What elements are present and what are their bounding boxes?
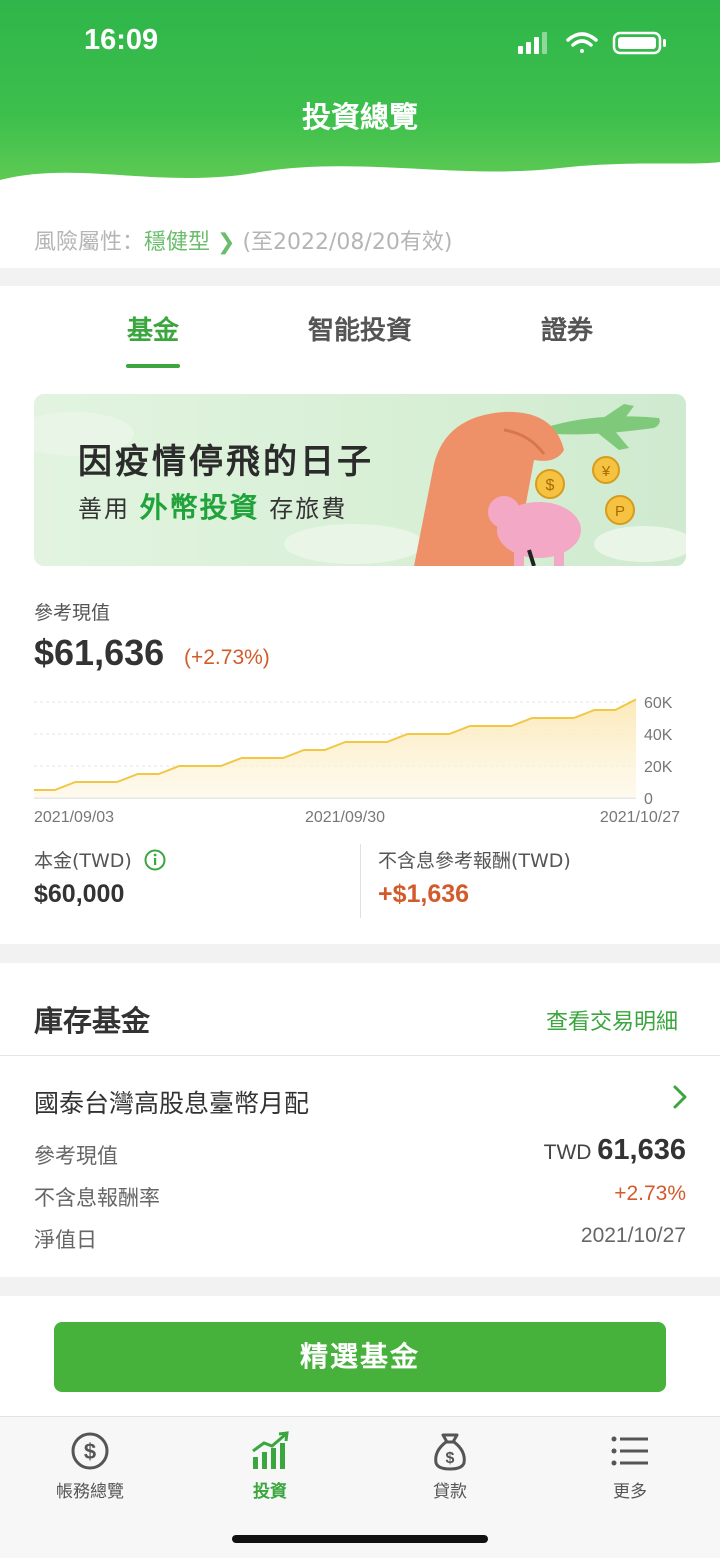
tab-account-overview[interactable]: $ 帳務總覽: [30, 1431, 150, 1502]
principal-label: 本金(TWD): [34, 846, 166, 873]
chevron-right-icon: ❯: [210, 230, 243, 255]
menu-list-icon: [611, 1436, 648, 1466]
wifi-icon: [566, 32, 598, 53]
principal-value: $60,000: [34, 880, 125, 908]
y-tick-label: 60K: [644, 695, 673, 712]
chevron-right-icon[interactable]: [670, 1082, 690, 1112]
home-indicator: [232, 1535, 488, 1543]
tab-loans[interactable]: $ 貸款: [390, 1431, 510, 1502]
tab-label: 投資: [253, 1482, 287, 1502]
x-tick-label: 2021/09/03: [34, 809, 114, 826]
featured-funds-button[interactable]: 精選基金: [54, 1322, 666, 1392]
holdings-divider: [0, 1055, 720, 1056]
info-icon[interactable]: [144, 849, 166, 871]
tab-robo-advisor[interactable]: 智能投資: [290, 310, 430, 347]
transaction-details-link[interactable]: 查看交易明細: [546, 1004, 678, 1036]
nav-date-value: 2021/10/27: [580, 1224, 686, 1247]
fund-name[interactable]: 國泰台灣高股息臺幣月配: [34, 1084, 309, 1120]
current-value-label: 參考現值: [34, 602, 111, 624]
growth-chart-icon: [252, 1431, 289, 1469]
status-time: 16:09: [84, 24, 159, 56]
tab-label: 帳務總覽: [56, 1482, 124, 1502]
risk-validity: (至2022/08/20有效): [242, 230, 453, 255]
coin-yen-text: ¥: [601, 463, 611, 480]
signal-icon: [518, 32, 547, 54]
summary-divider: [360, 844, 361, 918]
nav-date-label: 淨值日: [34, 1228, 97, 1252]
dollar-circle-icon: $: [71, 1432, 109, 1470]
fund-return-value: +2.73%: [614, 1182, 686, 1205]
y-tick-label: 20K: [644, 759, 673, 776]
current-value-change: (+2.73%): [184, 646, 270, 669]
tab-securities[interactable]: 證券: [528, 310, 606, 347]
page-title: 投資總覽: [301, 100, 418, 134]
tab-more[interactable]: 更多: [570, 1431, 690, 1502]
tab-funds[interactable]: 基金: [114, 310, 192, 347]
battery-icon: [612, 31, 666, 55]
banner-sub-prefix: 善用: [78, 495, 130, 523]
return-label: 不含息參考報酬(TWD): [378, 850, 571, 872]
fund-value-currency: TWD: [543, 1141, 592, 1164]
chart-x-tick-labels: 2021/09/03 2021/09/30 2021/10/27: [34, 809, 680, 826]
svg-text:$: $: [446, 1450, 455, 1467]
value-chart: 60K 40K 20K 0 2021/09/03 2021/09/30 2021/10/2…: [34, 695, 680, 826]
svg-text:$: $: [84, 1439, 96, 1464]
x-tick-label: 2021/10/27: [600, 809, 680, 826]
holdings-title: 庫存基金: [34, 1004, 151, 1038]
risk-profile-row[interactable]: 風險屬性：穩健型 ❯ (至2022/08/20有效): [0, 210, 720, 268]
current-value: $61,636: [34, 632, 165, 673]
product-tabs: 基金 智能投資 證券: [0, 286, 720, 368]
banner-sub-suffix: 存旅費: [269, 495, 348, 523]
tab-label: 更多: [613, 1482, 647, 1502]
chart-y-tick-labels: 60K 40K 20K 0: [644, 695, 673, 808]
banner-sub-highlight: 外幣投資: [139, 491, 260, 524]
risk-label: 風險屬性：: [34, 230, 145, 255]
coin-dollar-text: $: [546, 477, 555, 494]
risk-value[interactable]: 穩健型: [144, 230, 210, 255]
fund-value-amount: 61,636: [597, 1134, 686, 1166]
fund-value: TWD 61,636: [380, 1134, 686, 1167]
status-icons: [518, 31, 666, 55]
banner-headline: 因疫情停飛的日子: [78, 442, 374, 482]
fund-return-label: 不含息報酬率: [34, 1186, 160, 1210]
y-tick-label: 0: [644, 791, 653, 808]
principal-label-text: 本金(TWD): [34, 850, 132, 872]
coin-p-text: P: [615, 503, 625, 520]
money-bag-icon: $: [434, 1433, 466, 1471]
y-tick-label: 40K: [644, 727, 673, 744]
tab-label: 貸款: [433, 1482, 467, 1502]
x-tick-label: 2021/09/30: [305, 809, 385, 826]
banner-subline: 善用 外幣投資 存旅費: [78, 486, 347, 526]
fund-value-label: 參考現值: [34, 1144, 118, 1168]
tab-investment[interactable]: 投資: [210, 1431, 330, 1502]
return-value: +$1,636: [378, 880, 470, 908]
chart-area: [34, 699, 636, 798]
promo-banner[interactable]: $ ¥ P 因疫情停飛的日子 善用 外幣投資 存旅費: [34, 394, 686, 566]
